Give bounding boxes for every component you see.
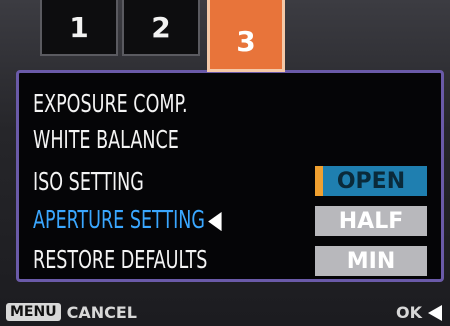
- menu-item-label: RESTORE DEFAULTS: [33, 245, 208, 274]
- camera-menu-screen: 1 2 3 EXPOSURE COMP. WHITE BALANCE ISO S…: [0, 0, 450, 326]
- menu-item-label: WHITE BALANCE: [33, 125, 179, 154]
- tab-1-label: 1: [69, 10, 89, 44]
- menu-item-white-balance[interactable]: WHITE BALANCE: [33, 123, 179, 157]
- option-open[interactable]: OPEN: [315, 166, 427, 196]
- option-label: MIN: [346, 248, 396, 274]
- option-label: HALF: [338, 208, 404, 234]
- menu-item-restore-defaults[interactable]: RESTORE DEFAULTS: [33, 243, 207, 277]
- tab-1[interactable]: 1: [40, 0, 118, 56]
- menu-item-iso-setting[interactable]: ISO SETTING: [33, 165, 144, 199]
- option-marker: [315, 166, 323, 196]
- menu-item-exposure-comp[interactable]: EXPOSURE COMP.: [33, 87, 188, 121]
- menu-item-label: EXPOSURE COMP.: [33, 89, 188, 118]
- cancel-label: CANCEL: [66, 302, 137, 322]
- tab-2-label: 2: [151, 10, 171, 44]
- menu-panel: EXPOSURE COMP. WHITE BALANCE ISO SETTING…: [16, 70, 444, 282]
- footer-bar: MENU CANCEL OK: [0, 298, 450, 326]
- menu-item-label: APERTURE SETTING: [33, 205, 206, 234]
- tab-3-label: 3: [236, 25, 256, 58]
- option-min[interactable]: MIN: [315, 246, 427, 276]
- ok-arrow-icon: [428, 305, 442, 321]
- tab-2[interactable]: 2: [122, 0, 200, 56]
- menu-item-aperture-setting[interactable]: APERTURE SETTING ◀: [33, 203, 222, 237]
- tab-3-active[interactable]: 3: [207, 0, 285, 72]
- menu-button-badge[interactable]: MENU: [6, 303, 61, 321]
- selected-arrow-icon: ◀: [208, 205, 222, 234]
- ok-label[interactable]: OK: [396, 303, 422, 322]
- option-label: OPEN: [336, 168, 406, 194]
- menu-item-label: ISO SETTING: [33, 167, 144, 196]
- option-half[interactable]: HALF: [315, 206, 427, 236]
